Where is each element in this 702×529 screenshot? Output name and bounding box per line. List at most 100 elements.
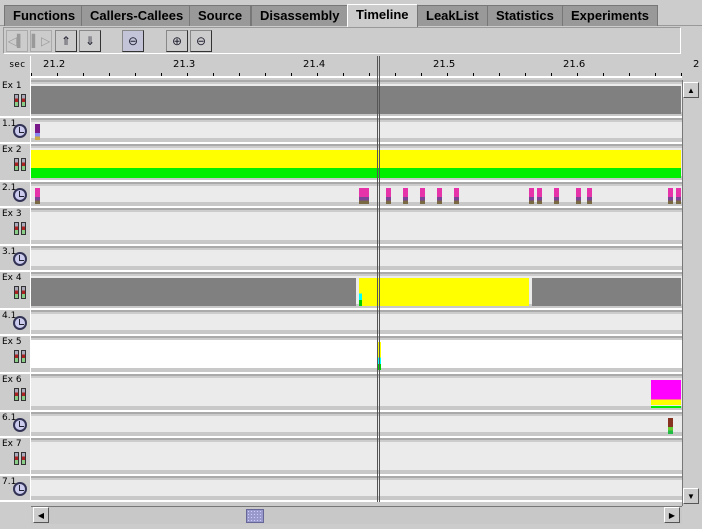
row-timeline[interactable] xyxy=(31,438,682,476)
row-timeline[interactable] xyxy=(31,336,682,374)
ruler-minor-tick xyxy=(161,73,162,76)
scroll-down-button[interactable]: ▼ xyxy=(683,488,699,504)
tab-experiments[interactable]: Experiments xyxy=(562,5,659,26)
row-label[interactable]: Ex 2 xyxy=(0,144,30,182)
row-timeline[interactable] xyxy=(31,374,682,412)
arrow-up-icon: ▲ xyxy=(687,85,695,95)
row-timeline[interactable] xyxy=(31,272,682,310)
tab-leaklist[interactable]: LeakList xyxy=(417,5,488,26)
ruler-minor-tick xyxy=(343,73,344,76)
experiment-row: Ex 3 xyxy=(0,208,682,246)
zoom-in-button[interactable]: ⊕ xyxy=(166,30,188,52)
expand-down-button[interactable]: ⇓ xyxy=(79,30,101,52)
ruler-minor-tick xyxy=(577,73,578,76)
row-track-shadow xyxy=(31,240,682,244)
row-label[interactable]: 3.1 xyxy=(0,246,30,272)
row-track xyxy=(31,416,682,434)
row-label[interactable]: 1.1 xyxy=(0,118,30,144)
memory-icon xyxy=(14,286,27,299)
ruler-tick-label: 21.6 xyxy=(563,59,586,70)
arrow-left-icon: ◀ xyxy=(37,510,45,520)
timeline-event-marker[interactable] xyxy=(378,342,382,370)
ruler-minor-tick xyxy=(655,73,656,76)
timeline-event-marker[interactable] xyxy=(419,188,425,204)
arrow-right-icon: ▶ xyxy=(668,510,676,520)
row-timeline[interactable] xyxy=(31,80,682,118)
expand-up-button[interactable]: ⇑ xyxy=(55,30,77,52)
timeline-event-marker[interactable] xyxy=(528,188,534,204)
thread-row: 4.1 xyxy=(0,310,682,336)
tab-callers-callees[interactable]: Callers-Callees xyxy=(81,5,193,26)
timeline-event-marker[interactable] xyxy=(402,188,408,204)
step-forward-button[interactable]: ▍▷ xyxy=(30,30,52,52)
memory-icon xyxy=(14,452,27,465)
timeline-event-marker[interactable] xyxy=(536,188,542,204)
row-label[interactable]: Ex 7 xyxy=(0,438,30,476)
timeline-event-marker[interactable] xyxy=(587,188,593,204)
zoom-reset-button[interactable]: ⊖ xyxy=(122,30,144,52)
tab-statistics[interactable]: Statistics xyxy=(487,5,563,26)
scroll-left-button[interactable]: ◀ xyxy=(33,507,49,523)
tab-functions[interactable]: Functions xyxy=(4,5,85,26)
row-track-shadow xyxy=(31,266,682,270)
scroll-right-button[interactable]: ▶ xyxy=(664,507,680,523)
row-track xyxy=(31,314,682,330)
row-timeline[interactable] xyxy=(31,208,682,246)
timeline-event-marker[interactable] xyxy=(363,188,369,204)
tab-source[interactable]: Source xyxy=(189,5,252,26)
row-label[interactable]: Ex 1 xyxy=(0,80,30,118)
timeline-event-marker[interactable] xyxy=(553,188,559,204)
row-label[interactable]: Ex 6 xyxy=(0,374,30,412)
vertical-scrollbar[interactable]: ▲ ▼ xyxy=(682,80,700,506)
tab-timeline[interactable]: Timeline xyxy=(347,4,418,27)
scroll-up-button[interactable]: ▲ xyxy=(683,82,699,98)
expand-down-icon: ⇓ xyxy=(84,34,96,48)
timeline-event-marker[interactable] xyxy=(358,278,362,306)
thread-row: 7.1 xyxy=(0,476,682,502)
row-track xyxy=(31,122,682,140)
ruler-tick-label: 21.5 xyxy=(433,59,456,70)
row-label[interactable]: 2.1 xyxy=(0,182,30,208)
row-label[interactable]: Ex 4 xyxy=(0,272,30,310)
row-track xyxy=(31,378,682,408)
timeline-event-marker[interactable] xyxy=(436,188,442,204)
timeline-event-marker[interactable] xyxy=(453,188,459,204)
row-label[interactable]: 4.1 xyxy=(0,310,30,336)
row-timeline[interactable] xyxy=(31,118,682,144)
timeline-state-bar[interactable] xyxy=(358,278,529,306)
row-track xyxy=(31,480,682,496)
horizontal-scroll-thumb[interactable] xyxy=(246,509,264,523)
timeline-event-marker[interactable] xyxy=(34,188,40,204)
row-timeline[interactable] xyxy=(31,310,682,336)
clock-icon xyxy=(13,482,27,496)
clock-icon xyxy=(13,124,27,138)
timeline-event-marker[interactable] xyxy=(385,188,391,204)
ruler-minor-tick xyxy=(291,73,292,76)
row-label[interactable]: 6.1 xyxy=(0,412,30,438)
horizontal-scrollbar[interactable]: ◀ ▶ xyxy=(31,506,682,524)
row-label[interactable]: 7.1 xyxy=(0,476,30,502)
row-label[interactable]: Ex 5 xyxy=(0,336,30,374)
row-timeline[interactable] xyxy=(31,412,682,438)
timeline-event-marker[interactable] xyxy=(34,124,40,140)
row-timeline[interactable] xyxy=(31,246,682,272)
step-back-button[interactable]: ◁▍ xyxy=(6,30,28,52)
zoom-out-button[interactable]: ⊖ xyxy=(190,30,212,52)
timeline-state-bar[interactable] xyxy=(31,86,681,114)
timeline-state-bar[interactable] xyxy=(531,278,681,306)
ruler-minor-tick xyxy=(395,73,396,76)
row-label[interactable]: Ex 3 xyxy=(0,208,30,246)
timeline-event-marker[interactable] xyxy=(575,188,581,204)
tab-disassembly[interactable]: Disassembly xyxy=(251,5,349,26)
timeline-event-marker[interactable] xyxy=(668,188,673,204)
timeline-state-bar[interactable] xyxy=(31,278,356,306)
row-timeline[interactable] xyxy=(31,144,682,182)
timeline-event-marker[interactable] xyxy=(668,418,673,434)
row-timeline[interactable] xyxy=(31,476,682,502)
timeline-state-bar[interactable] xyxy=(31,150,681,178)
thread-row: 3.1 xyxy=(0,246,682,272)
ruler-baseline xyxy=(30,76,682,78)
row-timeline[interactable] xyxy=(31,182,682,208)
timeline-state-bar[interactable] xyxy=(651,380,681,408)
timeline-event-marker[interactable] xyxy=(676,188,681,204)
